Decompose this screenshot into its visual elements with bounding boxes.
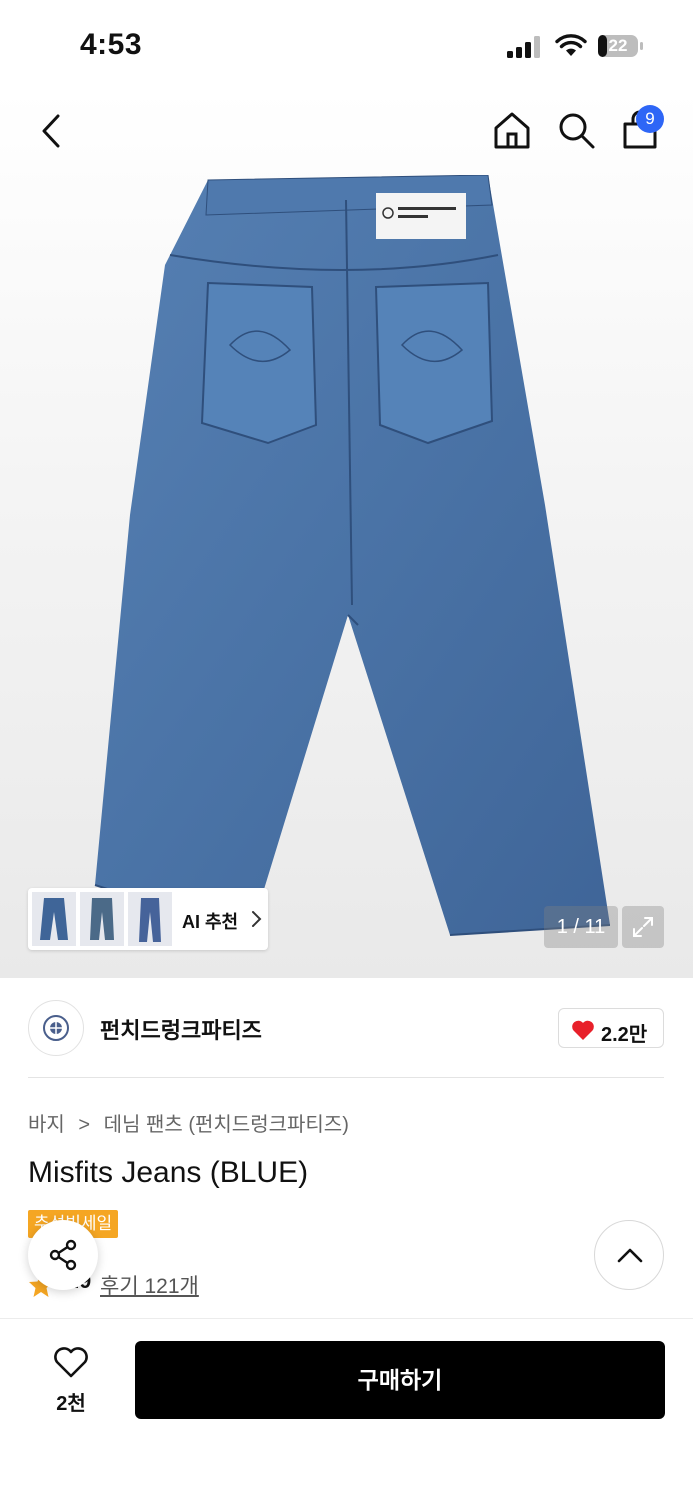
bottom-action-bar: 2천 구매하기 (0, 1318, 693, 1500)
jeans-thumbnail-icon (90, 898, 114, 940)
brand-like-button[interactable]: 2.2만 (558, 1008, 664, 1048)
breadcrumb-item[interactable]: 바지 (28, 1114, 65, 1136)
cart-count-badge: 9 (636, 105, 664, 133)
chevron-right-icon (252, 911, 262, 927)
status-bar: 4:53 22 (0, 0, 693, 90)
heart-outline-icon (54, 1347, 88, 1378)
search-icon[interactable] (556, 110, 596, 150)
cellular-signal-icon (507, 36, 540, 58)
brand-name[interactable]: 펀치드렁크파티즈 (100, 1013, 262, 1045)
wifi-icon (555, 34, 587, 56)
breadcrumb: 바지 > 데님 팬츠 (펀치드렁크파티즈) (28, 1108, 349, 1137)
ai-recommendation-label: AI 추천 (182, 912, 239, 932)
jeans-thumbnail-icon (40, 898, 68, 940)
share-button[interactable] (28, 1220, 98, 1290)
share-icon (49, 1239, 77, 1271)
brand-logo[interactable] (28, 1000, 84, 1056)
review-count-link[interactable]: 후기 121개 (100, 1270, 199, 1300)
wishlist-button[interactable]: 2천 (40, 1343, 102, 1415)
chevron-up-icon (617, 1248, 643, 1263)
navigation-bar (0, 90, 693, 172)
ai-thumbnail (80, 892, 124, 946)
ai-recommendation-button[interactable]: AI 추천 (28, 888, 268, 950)
ai-thumbnail (128, 892, 172, 946)
battery-level: 22 (608, 36, 628, 55)
expand-image-button[interactable] (622, 906, 664, 948)
brand-row[interactable]: 펀치드렁크파티즈 2.2만 (0, 978, 693, 1078)
back-arrow-icon[interactable] (36, 112, 66, 150)
jeans-thumbnail-icon (139, 898, 161, 942)
ai-thumbnail (32, 892, 76, 946)
status-time: 4:53 (80, 28, 143, 61)
home-icon[interactable] (492, 110, 532, 150)
breadcrumb-item[interactable]: 데님 팬츠 (펀치드렁크파티즈) (104, 1114, 349, 1136)
product-image-gallery[interactable] (0, 90, 693, 978)
product-image (94, 175, 610, 936)
brand-logo-icon (43, 1015, 69, 1041)
breadcrumb-separator-icon: > (78, 1114, 91, 1136)
scroll-to-top-button[interactable] (594, 1220, 664, 1290)
buy-button[interactable]: 구매하기 (135, 1341, 665, 1419)
product-title: Misfits Jeans (BLUE) (28, 1156, 309, 1189)
heart-filled-icon (572, 1020, 594, 1040)
brand-like-count: 2.2만 (601, 1024, 648, 1046)
battery-indicator: 22 (597, 34, 643, 58)
expand-icon (633, 917, 653, 937)
image-counter: 1 / 11 (544, 906, 618, 948)
wishlist-count: 2천 (56, 1393, 86, 1415)
divider (28, 1077, 664, 1078)
